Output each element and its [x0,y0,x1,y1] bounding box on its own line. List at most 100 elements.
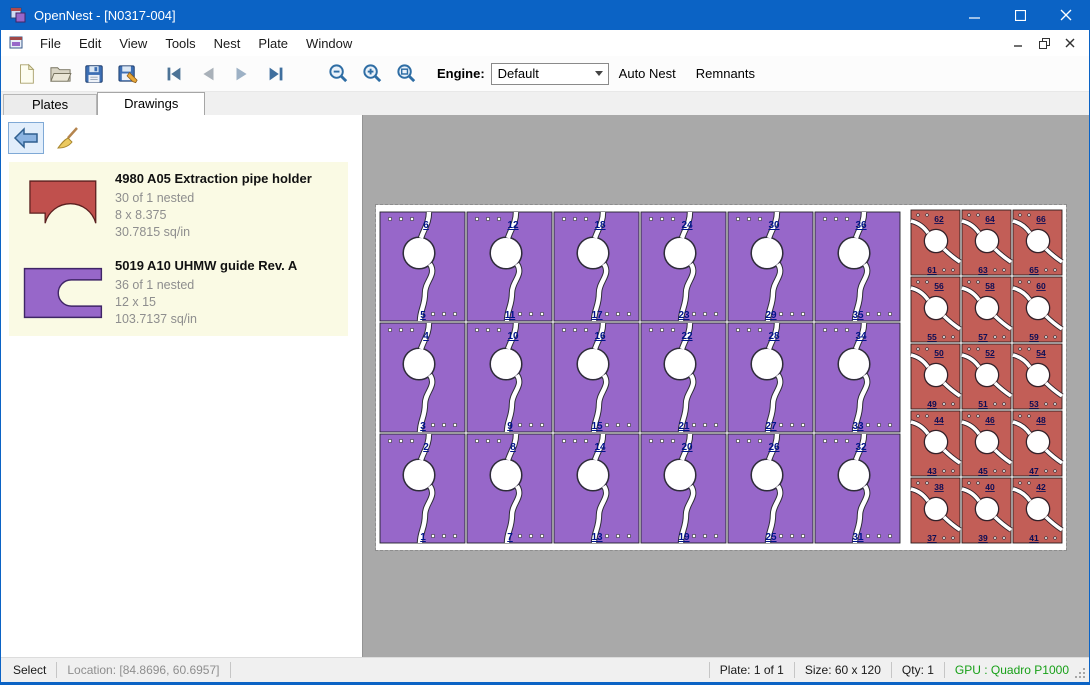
save-button[interactable] [77,59,111,89]
svg-text:14: 14 [594,442,606,453]
new-button[interactable] [9,59,43,89]
svg-text:16: 16 [594,331,606,342]
auto-nest-button[interactable]: Auto Nest [609,66,686,81]
save-as-icon [117,62,140,85]
nested-part-pair[interactable]: 21 [380,434,465,543]
status-separator [944,662,945,678]
svg-text:1: 1 [420,532,426,543]
back-button[interactable] [8,122,44,154]
tab-plates[interactable]: Plates [3,94,97,115]
nested-part-pair[interactable]: 1413 [554,434,639,543]
resize-grip[interactable] [1073,658,1089,682]
first-arrow-icon [163,63,185,85]
nested-part-pair[interactable]: 2625 [728,434,813,543]
menu-nest[interactable]: Nest [205,32,250,55]
svg-text:31: 31 [852,532,864,543]
nested-part-pair[interactable]: 3029 [728,212,813,321]
menu-window[interactable]: Window [297,32,361,55]
drawing-item-2[interactable]: 5019 A10 UHMW guide Rev. A 36 of 1 neste… [9,249,348,336]
nested-part-pair[interactable]: 6261 [911,210,960,275]
status-plate-count: Plate: 1 of 1 [716,663,788,677]
nested-part-pair[interactable]: 5453 [1013,344,1062,409]
svg-text:52: 52 [985,348,995,358]
window-controls [951,0,1089,30]
open-button[interactable] [43,59,77,89]
next-plate-button[interactable] [225,59,259,89]
save-as-button[interactable] [111,59,145,89]
remnants-button[interactable]: Remnants [686,66,765,81]
nested-part-pair[interactable]: 4039 [962,478,1011,543]
nested-part-pair[interactable]: 6463 [962,210,1011,275]
nested-part-pair[interactable]: 2019 [641,434,726,543]
previous-plate-button[interactable] [191,59,225,89]
window-close-button[interactable] [1043,0,1089,30]
nested-part-pair[interactable]: 5049 [911,344,960,409]
svg-text:42: 42 [1036,482,1046,492]
nest-canvas[interactable]: 6512111817242330293635431091615222128273… [363,115,1089,657]
menu-plate[interactable]: Plate [249,32,297,55]
nested-part-pair[interactable]: 1615 [554,323,639,432]
clean-button[interactable] [50,122,86,154]
nested-part-pair[interactable]: 4443 [911,411,960,476]
nested-part-pair[interactable]: 5251 [962,344,1011,409]
nested-part-pair[interactable]: 4241 [1013,478,1062,543]
nested-part-pair[interactable]: 3231 [815,434,900,543]
svg-text:43: 43 [927,466,937,476]
drawing-item-1[interactable]: 4980 A05 Extraction pipe holder 30 of 1 … [9,162,348,249]
zoom-in-button[interactable] [355,59,389,89]
svg-text:49: 49 [927,399,937,409]
menu-file[interactable]: File [31,32,70,55]
nested-part-pair[interactable]: 4847 [1013,411,1062,476]
svg-text:7: 7 [507,532,513,543]
nested-part-pair[interactable]: 2221 [641,323,726,432]
svg-text:36: 36 [855,220,867,231]
nested-parts-layout[interactable]: 6512111817242330293635431091615222128273… [377,206,1065,549]
tab-drawings[interactable]: Drawings [97,92,205,115]
back-arrow-icon [13,127,39,149]
nested-part-pair[interactable]: 6059 [1013,277,1062,342]
app-icon [10,7,26,23]
nested-part-pair[interactable]: 87 [467,434,552,543]
open-folder-icon [49,62,72,85]
nested-part-pair[interactable]: 65 [380,212,465,321]
mdi-restore-button[interactable] [1031,33,1057,53]
zoom-out-button[interactable] [321,59,355,89]
zoom-fit-button[interactable] [389,59,423,89]
menu-tools[interactable]: Tools [156,32,204,55]
status-separator [230,662,231,678]
nested-part-pair[interactable]: 1211 [467,212,552,321]
menu-view[interactable]: View [110,32,156,55]
mdi-minimize-button[interactable] [1005,33,1031,53]
first-plate-button[interactable] [157,59,191,89]
nested-part-pair[interactable]: 3635 [815,212,900,321]
window-maximize-button[interactable] [997,0,1043,30]
drawing-nested-count: 36 of 1 nested [115,277,297,294]
window-minimize-button[interactable] [951,0,997,30]
nested-part-pair[interactable]: 3837 [911,478,960,543]
nested-part-pair[interactable]: 2827 [728,323,813,432]
last-arrow-icon [265,63,287,85]
zoom-fit-icon [395,62,418,85]
plate-sheet[interactable]: 6512111817242330293635431091615222128273… [376,205,1066,550]
app-window: OpenNest - [N0317-004] File Edit View To… [0,0,1090,685]
nested-part-pair[interactable]: 3433 [815,323,900,432]
window-title: OpenNest - [N0317-004] [34,8,176,23]
svg-text:45: 45 [978,466,988,476]
nested-part-pair[interactable]: 2423 [641,212,726,321]
title-bar[interactable]: OpenNest - [N0317-004] [1,0,1089,30]
mdi-close-button[interactable] [1057,33,1083,53]
nested-part-pair[interactable]: 109 [467,323,552,432]
drawing-area: 30.7815 sq/in [115,224,312,241]
document-icon[interactable] [9,35,25,51]
new-file-icon [15,63,37,85]
nested-part-pair[interactable]: 4645 [962,411,1011,476]
menu-edit[interactable]: Edit [70,32,110,55]
nested-part-pair[interactable]: 5857 [962,277,1011,342]
nested-part-pair[interactable]: 5655 [911,277,960,342]
engine-select[interactable]: Default [491,63,609,85]
nested-part-pair[interactable]: 1817 [554,212,639,321]
last-plate-button[interactable] [259,59,293,89]
nested-part-pair[interactable]: 43 [380,323,465,432]
svg-text:38: 38 [934,482,944,492]
nested-part-pair[interactable]: 6665 [1013,210,1062,275]
